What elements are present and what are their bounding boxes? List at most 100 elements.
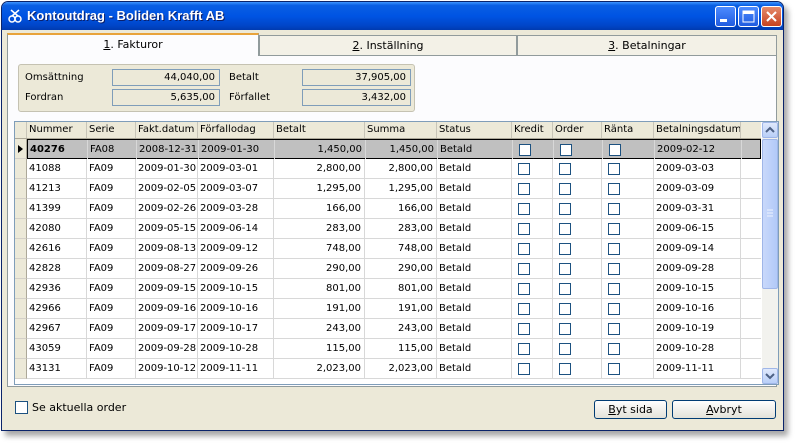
row-selector[interactable]: [15, 139, 27, 159]
ranta-checkbox[interactable]: [608, 343, 620, 355]
avbryt-button[interactable]: Avbryt: [672, 400, 776, 419]
col-serie[interactable]: Serie: [87, 122, 136, 138]
cell-forf[interactable]: 2009-09-26: [198, 259, 274, 278]
col-nummer[interactable]: Nummer: [27, 122, 87, 138]
cell-betalt[interactable]: 191,00: [274, 299, 365, 318]
cell-summa[interactable]: 191,00: [365, 299, 437, 318]
cell-fakt[interactable]: 2009-09-17: [136, 319, 198, 338]
ranta-checkbox[interactable]: [609, 144, 621, 156]
table-row[interactable]: 43131 FA09 2009-10-12 2009-11-11 2,023,00 2,0…: [27, 359, 761, 379]
cell-betalt[interactable]: 2,023,00: [274, 359, 365, 378]
cell-summa[interactable]: 2,800,00: [365, 159, 437, 178]
order-checkbox[interactable]: [559, 223, 571, 235]
cell-betdat[interactable]: 2009-06-15: [654, 219, 741, 238]
cell-fakt[interactable]: 2009-10-12: [136, 359, 198, 378]
cell-summa[interactable]: 748,00: [365, 239, 437, 258]
cell-betalt[interactable]: 748,00: [274, 239, 365, 258]
cell-forf[interactable]: 2009-06-14: [198, 219, 274, 238]
cell-betalt[interactable]: 1,295,00: [274, 179, 365, 198]
ranta-checkbox[interactable]: [608, 163, 620, 175]
cell-serie[interactable]: FA09: [87, 159, 136, 178]
kredit-checkbox[interactable]: [518, 363, 530, 375]
cell-serie[interactable]: FA09: [87, 239, 136, 258]
kredit-checkbox[interactable]: [518, 203, 530, 215]
cell-summa[interactable]: 2,023,00: [365, 359, 437, 378]
cell-serie[interactable]: FA08: [88, 140, 137, 159]
cell-status[interactable]: Betald: [437, 359, 512, 378]
table-row[interactable]: 41399 FA09 2009-02-26 2009-03-28 166,00 166,0…: [27, 199, 761, 219]
cell-forf[interactable]: 2009-11-11: [198, 359, 274, 378]
kredit-checkbox[interactable]: [518, 223, 530, 235]
row-selector[interactable]: [15, 319, 27, 339]
order-checkbox[interactable]: [560, 144, 572, 156]
col-kredit[interactable]: Kredit: [512, 122, 553, 138]
row-selector[interactable]: [15, 179, 27, 199]
cell-num[interactable]: 42080: [27, 219, 87, 238]
cell-fakt[interactable]: 2009-08-27: [136, 259, 198, 278]
cell-fakt[interactable]: 2009-09-28: [136, 339, 198, 358]
ranta-checkbox[interactable]: [608, 303, 620, 315]
cell-summa[interactable]: 801,00: [365, 279, 437, 298]
tab-fakturor[interactable]: 1. Fakturor: [7, 33, 259, 56]
ranta-checkbox[interactable]: [608, 183, 620, 195]
col-betalningsdatum[interactable]: Betalningsdatum: [654, 122, 741, 138]
cell-status[interactable]: Betald: [437, 319, 512, 338]
row-selector[interactable]: [15, 199, 27, 219]
cell-betdat[interactable]: 2009-09-28: [654, 259, 741, 278]
col-ranta[interactable]: Ränta: [602, 122, 654, 138]
row-selector[interactable]: [15, 339, 27, 359]
order-checkbox[interactable]: [559, 243, 571, 255]
cell-serie[interactable]: FA09: [87, 279, 136, 298]
cell-fakt[interactable]: 2009-02-05: [136, 179, 198, 198]
cell-forf[interactable]: 2009-03-07: [198, 179, 274, 198]
table-row[interactable]: 43059 FA09 2009-09-28 2009-10-28 115,00 115,0…: [27, 339, 761, 359]
table-row[interactable]: 42080 FA09 2009-05-15 2009-06-14 283,00 283,0…: [27, 219, 761, 239]
cell-summa[interactable]: 1,450,00: [366, 140, 438, 159]
cell-status[interactable]: Betald: [437, 219, 512, 238]
kredit-checkbox[interactable]: [518, 243, 530, 255]
cell-serie[interactable]: FA09: [87, 179, 136, 198]
cell-serie[interactable]: FA09: [87, 199, 136, 218]
table-row[interactable]: 42966 FA09 2009-09-16 2009-10-16 191,00 191,0…: [27, 299, 761, 319]
cell-betalt[interactable]: 2,800,00: [274, 159, 365, 178]
cell-betdat[interactable]: 2009-03-03: [654, 159, 741, 178]
cell-summa[interactable]: 166,00: [365, 199, 437, 218]
cell-status[interactable]: Betald: [437, 199, 512, 218]
order-checkbox[interactable]: [559, 263, 571, 275]
cell-num[interactable]: 42967: [27, 319, 87, 338]
cell-num[interactable]: 41213: [27, 179, 87, 198]
col-fakt-datum[interactable]: Fakt.datum: [136, 122, 198, 138]
byt-sida-button[interactable]: Byt sida: [594, 400, 667, 419]
cell-fakt[interactable]: 2009-02-26: [136, 199, 198, 218]
cell-num[interactable]: 42616: [27, 239, 87, 258]
cell-fakt[interactable]: 2009-09-15: [136, 279, 198, 298]
ranta-checkbox[interactable]: [608, 323, 620, 335]
order-checkbox[interactable]: [559, 343, 571, 355]
row-selector[interactable]: [15, 219, 27, 239]
cell-betdat[interactable]: 2009-02-12: [655, 140, 742, 159]
row-selector[interactable]: [15, 299, 27, 319]
ranta-checkbox[interactable]: [608, 283, 620, 295]
scroll-up-button[interactable]: [762, 122, 778, 138]
row-selector[interactable]: [15, 159, 27, 179]
cell-summa[interactable]: 290,00: [365, 259, 437, 278]
kredit-checkbox[interactable]: [518, 303, 530, 315]
cell-forf[interactable]: 2009-10-17: [198, 319, 274, 338]
cell-fakt[interactable]: 2008-12-31: [137, 140, 199, 159]
minimize-button[interactable]: [715, 6, 736, 27]
cell-betalt[interactable]: 115,00: [274, 339, 365, 358]
kredit-checkbox[interactable]: [518, 323, 530, 335]
ranta-checkbox[interactable]: [608, 243, 620, 255]
cell-num[interactable]: 43131: [27, 359, 87, 378]
order-checkbox[interactable]: [559, 363, 571, 375]
cell-betdat[interactable]: 2009-03-09: [654, 179, 741, 198]
cell-status[interactable]: Betald: [437, 259, 512, 278]
cell-status[interactable]: Betald: [437, 299, 512, 318]
cell-betdat[interactable]: 2009-10-15: [654, 279, 741, 298]
ranta-checkbox[interactable]: [608, 223, 620, 235]
cell-status[interactable]: Betald: [437, 279, 512, 298]
table-row[interactable]: 41088 FA09 2009-01-30 2009-03-01 2,800,00 2,8…: [27, 159, 761, 179]
cell-forf[interactable]: 2009-03-01: [198, 159, 274, 178]
row-selector[interactable]: [15, 279, 27, 299]
order-checkbox[interactable]: [559, 303, 571, 315]
